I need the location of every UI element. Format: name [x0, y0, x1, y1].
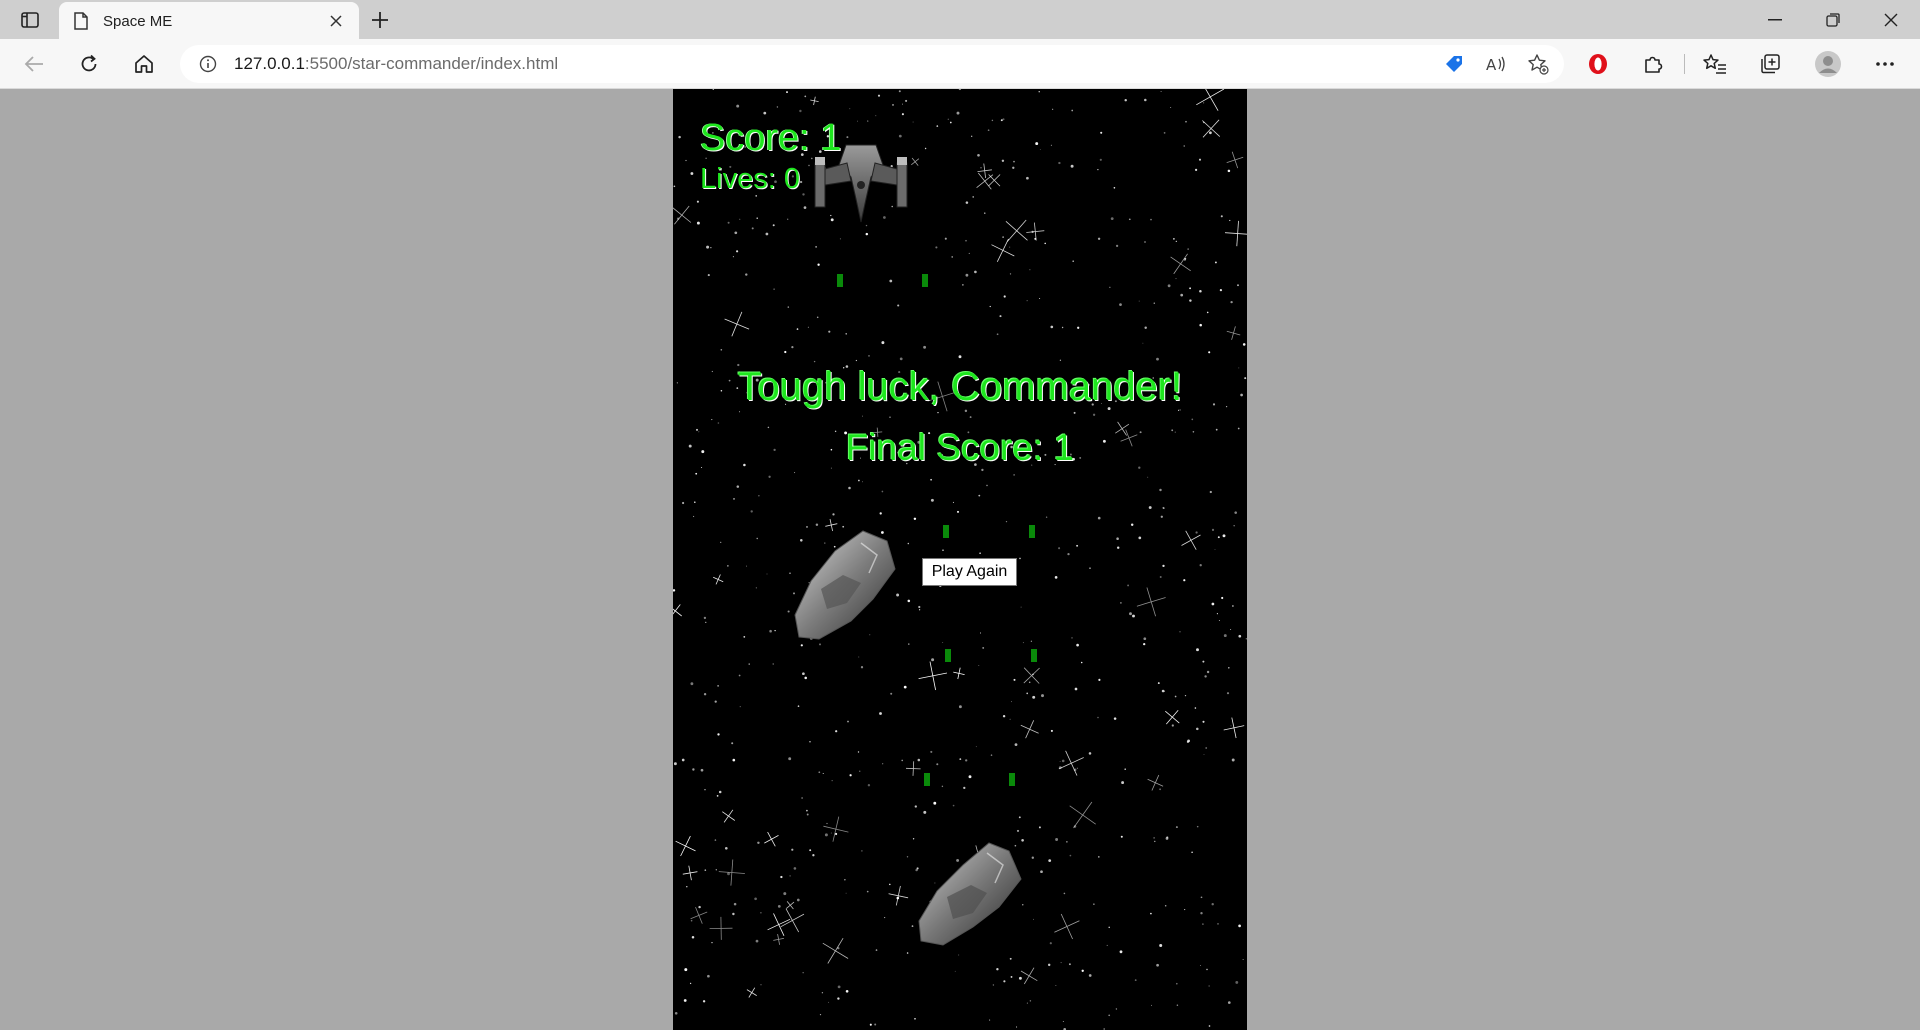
laser-bolt [1029, 525, 1035, 538]
laser-bolt [1009, 773, 1015, 786]
laser-bolt [1031, 649, 1037, 662]
score-display: Score: 1 [700, 117, 842, 159]
game-canvas[interactable]: Score: 1 Lives: 0 Tough luck, Commander!… [673, 89, 1247, 1030]
laser-bolt [837, 274, 843, 287]
laser-bolt [922, 274, 928, 287]
read-aloud-icon[interactable]: A [1480, 48, 1512, 80]
tab-actions-icon[interactable] [14, 8, 46, 32]
page-icon [71, 11, 91, 31]
back-icon[interactable] [18, 48, 50, 80]
info-icon[interactable] [198, 54, 218, 74]
laser-bolt [943, 525, 949, 538]
shopping-tag-icon[interactable] [1438, 48, 1470, 80]
extensions-icon[interactable] [1637, 48, 1669, 80]
asteroid [794, 530, 896, 640]
browser-toolbar: 127.0.0.1:5500/star-commander/index.html… [0, 39, 1920, 89]
laser-bolt [945, 649, 951, 662]
laser-bolt [924, 773, 930, 786]
profile-icon[interactable] [1812, 48, 1844, 80]
minimize-icon[interactable] [1746, 0, 1804, 39]
final-score: Final Score: 1 [845, 427, 1075, 468]
url-path: :5500/star-commander/index.html [304, 54, 559, 73]
address-bar[interactable]: 127.0.0.1:5500/star-commander/index.html… [180, 45, 1564, 83]
plus-icon[interactable] [366, 6, 394, 34]
tab-title: Space ME [103, 12, 173, 30]
asteroid [918, 842, 1022, 946]
play-again-button[interactable]: Play Again [922, 558, 1017, 586]
close-icon[interactable] [325, 10, 347, 32]
lives-display: Lives: 0 [700, 163, 800, 195]
svg-text:A: A [1486, 56, 1497, 73]
more-icon[interactable] [1869, 48, 1901, 80]
game-over-title: Tough luck, Commander! [737, 365, 1183, 409]
collections-icon[interactable] [1754, 48, 1786, 80]
tab-strip: Space ME [0, 0, 1920, 40]
opera-extension-icon[interactable] [1582, 48, 1614, 80]
window-close-icon[interactable] [1862, 0, 1920, 39]
restore-icon[interactable] [1804, 0, 1862, 39]
browser-tab[interactable]: Space ME [59, 2, 359, 40]
toolbar-divider [1684, 54, 1685, 74]
favorites-icon[interactable] [1699, 48, 1731, 80]
url-text[interactable]: 127.0.0.1:5500/star-commander/index.html [234, 54, 558, 74]
home-icon[interactable] [128, 48, 160, 80]
add-favorite-icon[interactable] [1522, 48, 1554, 80]
refresh-icon[interactable] [73, 48, 105, 80]
page-viewport: Score: 1 Lives: 0 Tough luck, Commander!… [0, 89, 1920, 1030]
url-host: 127.0.0.1 [234, 54, 305, 73]
